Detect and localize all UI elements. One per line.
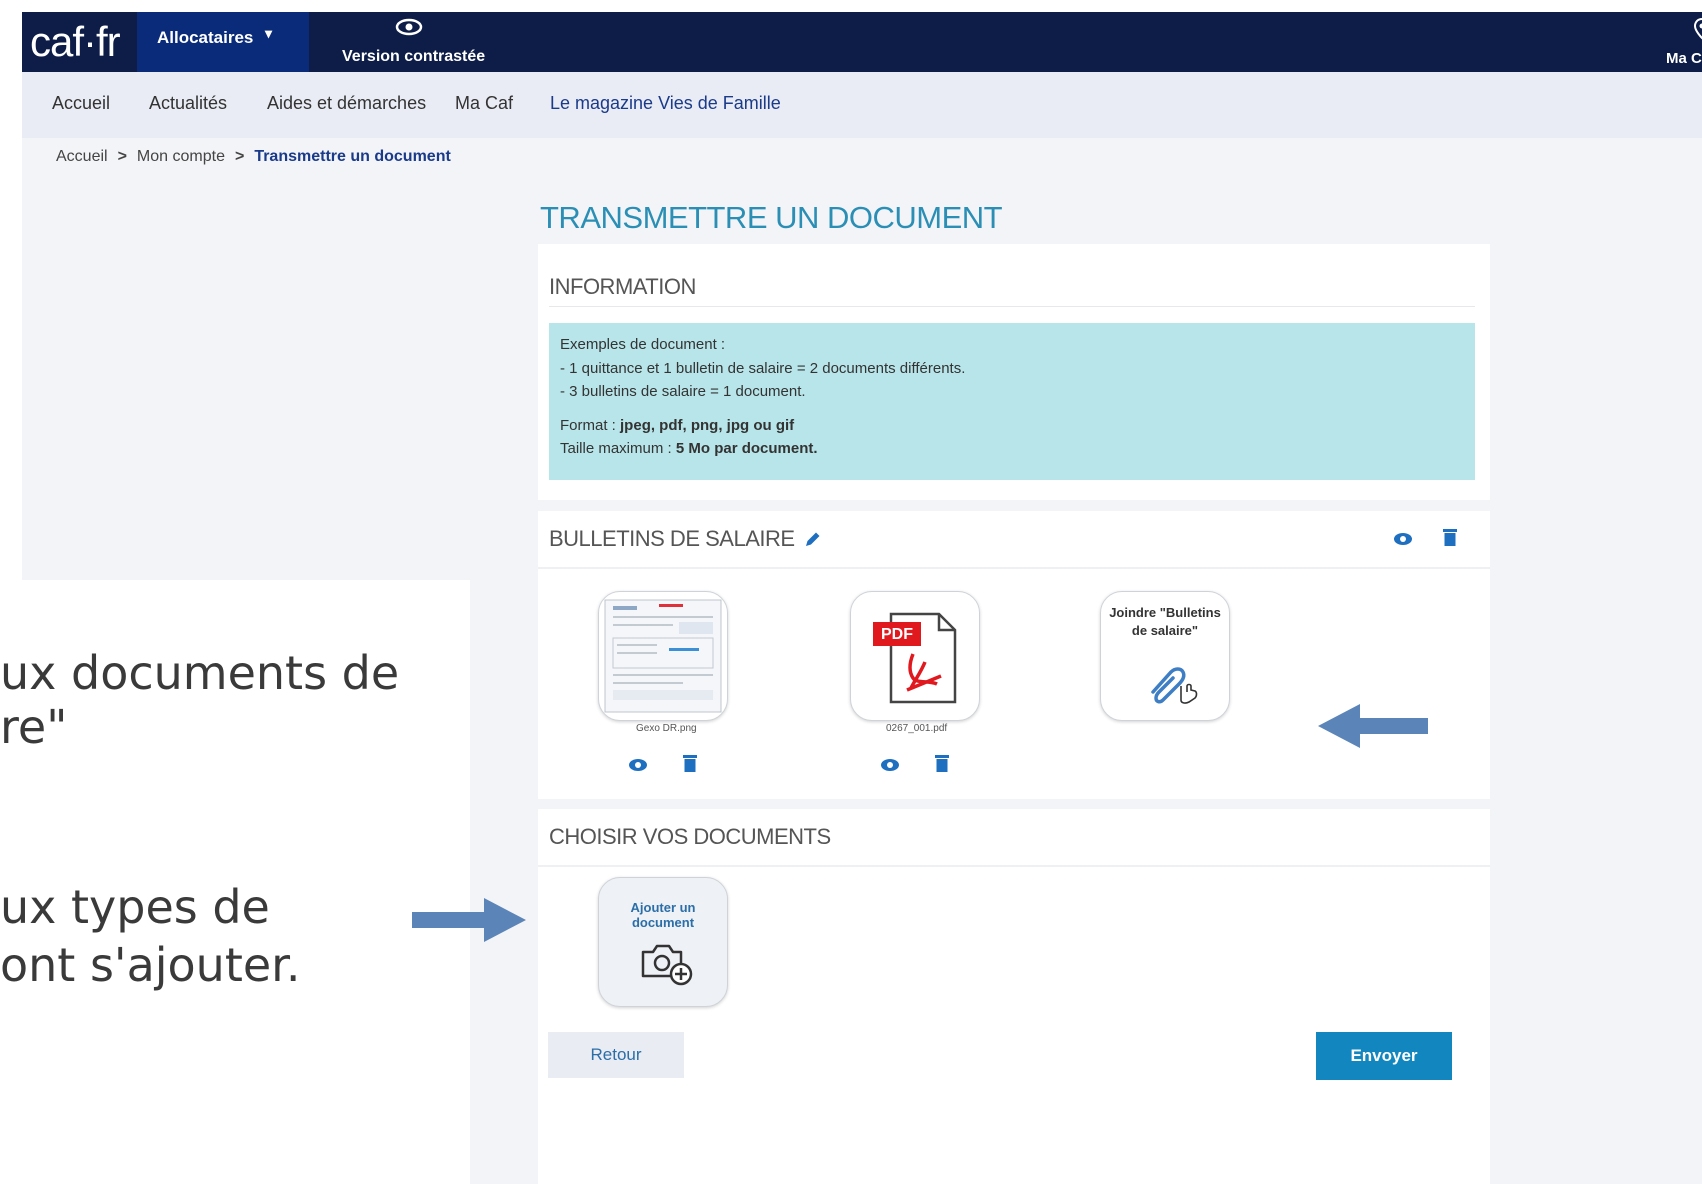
info-line: - 1 quittance et 1 bulletin de salaire =…: [560, 360, 966, 377]
divider: [549, 306, 1475, 307]
format-label: Format :: [560, 417, 621, 434]
pdf-thumbnail[interactable]: PDF: [850, 591, 980, 721]
bulletins-title: BULLETINS DE SALAIRE: [549, 526, 822, 552]
pencil-icon[interactable]: [804, 530, 822, 548]
file-name: 0267_001.pdf: [886, 723, 948, 734]
envoyer-button[interactable]: Envoyer: [1316, 1032, 1452, 1080]
choisir-title: CHOISIR VOS DOCUMENTS: [549, 824, 831, 849]
paperclip-icon: [1151, 667, 1198, 704]
breadcrumb-current: Transmettre un document: [254, 148, 451, 165]
bulletins-panel: BULLETINS DE SALAIRE Gexo DR.png PDF 026…: [538, 511, 1490, 799]
nav-ma-caf[interactable]: Ma Caf: [455, 93, 513, 114]
overlay-text-line: re": [0, 700, 68, 754]
format-value: jpeg, pdf, png, jpg ou gif: [620, 417, 795, 434]
breadcrumb: Accueil > Mon compte > Transmettre un docume…: [56, 148, 451, 166]
eye-icon: [395, 18, 423, 36]
arrow-right-icon: [412, 898, 526, 942]
eye-icon[interactable]: [1393, 531, 1413, 547]
trash-icon[interactable]: [934, 753, 950, 773]
nav-actualites[interactable]: Actualités: [149, 93, 227, 114]
file-name: Gexo DR.png: [636, 723, 697, 734]
top-bar: caf·fr Allocataires ▾ Version contrastée…: [22, 12, 1702, 72]
divider: [538, 865, 1490, 867]
breadcrumb-mon-compte[interactable]: Mon compte: [137, 148, 225, 165]
camera-add-icon: [641, 944, 693, 986]
caret-down-icon: ▾: [265, 25, 273, 41]
add-document-label: Ajouter un document: [630, 900, 696, 930]
contrast-toggle[interactable]: Version contrastée: [312, 12, 512, 72]
nav-accueil[interactable]: Accueil: [52, 93, 110, 114]
breadcrumb-separator: >: [117, 148, 127, 165]
document-thumbnail[interactable]: [598, 591, 728, 721]
pdf-badge: PDF: [881, 626, 913, 643]
arrow-left-icon: [1318, 704, 1428, 748]
caf-logo[interactable]: caf·fr: [30, 18, 121, 66]
divider: [538, 567, 1490, 569]
size-label: Taille maximum :: [560, 440, 676, 457]
trash-icon[interactable]: [1442, 527, 1458, 547]
nav-magazine[interactable]: Le magazine Vies de Famille: [550, 93, 781, 114]
main-nav: Accueil Actualités Aides et démarches Ma…: [22, 72, 1702, 138]
document-preview-image: [604, 599, 722, 713]
information-title: INFORMATION: [549, 274, 696, 299]
attach-label: Joindre "Bulletins de salaire": [1109, 605, 1221, 638]
allocataires-label: Allocataires: [157, 28, 254, 47]
size-value: 5 Mo par document.: [675, 440, 818, 457]
overlay-text-line: ux documents de: [0, 646, 400, 700]
bulletins-title-label: BULLETINS DE SALAIRE: [549, 526, 795, 551]
page-title: TRANSMETTRE UN DOCUMENT: [540, 200, 1003, 235]
add-document-button[interactable]: Ajouter un document: [598, 877, 728, 1007]
allocataires-dropdown[interactable]: Allocataires ▾: [137, 12, 309, 72]
eye-icon[interactable]: [628, 757, 648, 773]
nav-aides-demarches[interactable]: Aides et démarches: [267, 93, 426, 114]
information-box: Exemples de document : - 1 quittance et …: [549, 323, 1475, 480]
information-panel: INFORMATION Exemples de document : - 1 q…: [538, 244, 1490, 500]
attach-bulletins-button[interactable]: Joindre "Bulletins de salaire": [1100, 591, 1230, 721]
info-format: Format : jpeg, pdf, png, jpg ou gif: [560, 417, 794, 434]
pdf-file-icon: [873, 612, 957, 704]
ma-caf-link[interactable]: Ma Caf: [1642, 12, 1702, 72]
overlay-left-strip: [0, 0, 22, 1184]
trash-icon[interactable]: [682, 753, 698, 773]
ma-caf-label: Ma Caf: [1666, 50, 1702, 67]
eye-icon[interactable]: [880, 757, 900, 773]
contrast-label: Version contrastée: [342, 48, 486, 65]
breadcrumb-accueil[interactable]: Accueil: [56, 148, 108, 165]
info-line: - 3 bulletins de salaire = 1 document.: [560, 383, 806, 400]
retour-button[interactable]: Retour: [548, 1032, 684, 1078]
location-pin-icon: [1694, 18, 1702, 40]
info-line: Exemples de document :: [560, 336, 726, 353]
overlay-text-line: ont s'ajouter.: [0, 938, 301, 992]
choisir-panel: CHOISIR VOS DOCUMENTS Ajouter un documen…: [538, 809, 1490, 1014]
breadcrumb-separator: >: [234, 148, 245, 165]
overlay-text-line: ux types de: [0, 880, 270, 934]
info-size: Taille maximum : 5 Mo par document.: [560, 440, 818, 457]
